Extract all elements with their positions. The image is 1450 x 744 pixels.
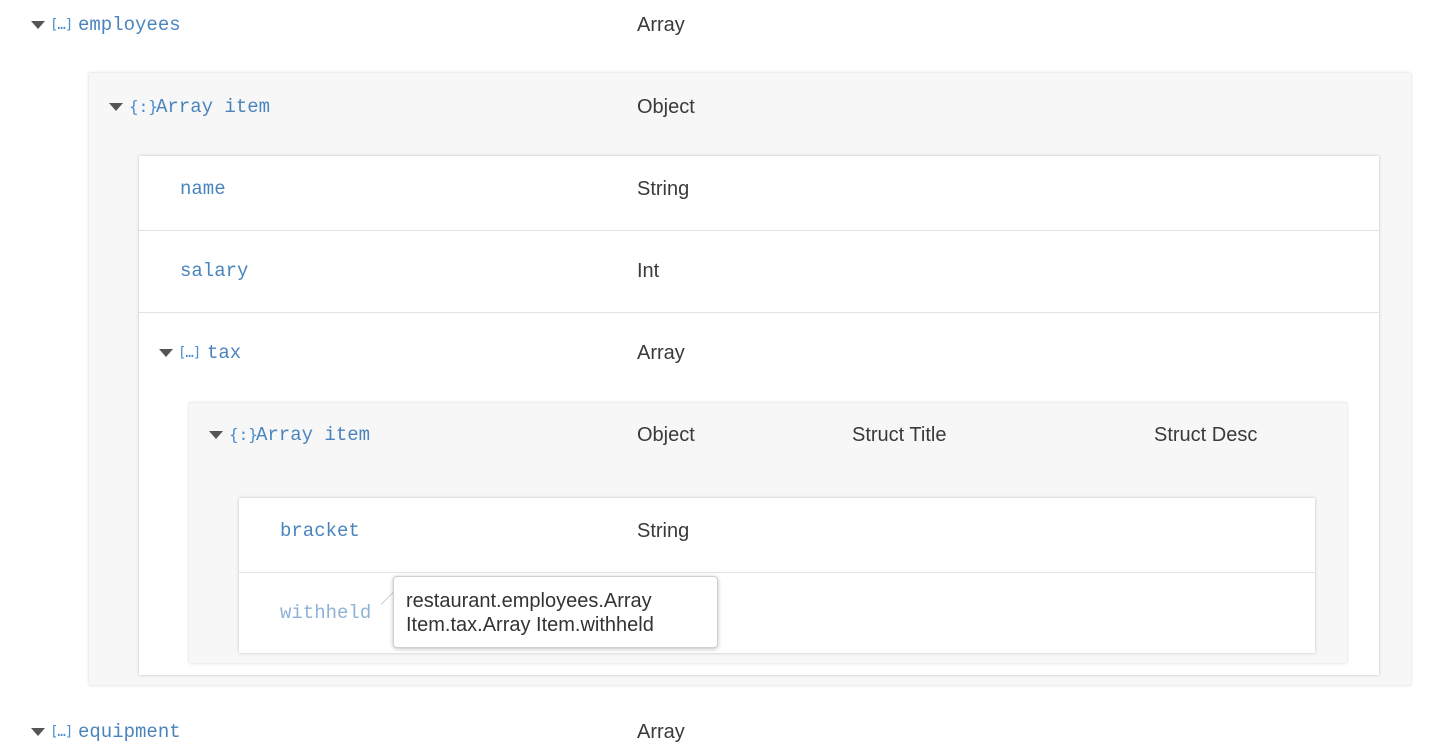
array-bracket-icon: […] [50, 724, 73, 740]
field-name-employees[interactable]: employees [78, 13, 181, 37]
field-type-tax-array-item: Object [637, 424, 695, 446]
row-divider [139, 230, 1379, 231]
field-type-bracket: String [637, 520, 690, 542]
field-name-salary[interactable]: salary [180, 259, 248, 283]
struct-title: Struct Title [852, 424, 947, 446]
field-name-array-item[interactable]: Array item [156, 95, 270, 119]
row-divider [239, 572, 1315, 573]
field-name-tax-array-item[interactable]: Array item [256, 423, 370, 447]
field-type-tax: Array [637, 342, 685, 364]
expand-caret-icon[interactable] [31, 21, 45, 29]
field-name-bracket[interactable]: bracket [280, 519, 360, 543]
field-type-equipment: Array [637, 721, 685, 743]
field-name-withheld[interactable]: withheld [280, 601, 371, 625]
row-divider [139, 312, 1379, 313]
field-type-name: String [637, 178, 690, 200]
path-tooltip: restaurant.employees.Array Item.tax.Arra… [393, 576, 718, 648]
array-bracket-icon: […] [50, 17, 73, 33]
field-name-equipment[interactable]: equipment [78, 720, 181, 744]
struct-desc: Struct Desc [1154, 424, 1258, 446]
object-brace-icon: {:} [129, 97, 158, 116]
field-name-tax[interactable]: tax [207, 341, 241, 365]
expand-caret-icon[interactable] [159, 349, 173, 357]
expand-caret-icon[interactable] [209, 431, 223, 439]
expand-caret-icon[interactable] [109, 103, 123, 111]
field-type-salary: Int [637, 260, 660, 282]
expand-caret-icon[interactable] [31, 728, 45, 736]
object-brace-icon: {:} [229, 425, 258, 444]
tooltip-text: restaurant.employees.Array Item.tax.Arra… [406, 590, 654, 636]
array-bracket-icon: […] [178, 345, 201, 361]
field-type-employees: Array [637, 14, 685, 36]
field-name-name[interactable]: name [180, 177, 226, 201]
field-type-array-item: Object [637, 96, 695, 118]
